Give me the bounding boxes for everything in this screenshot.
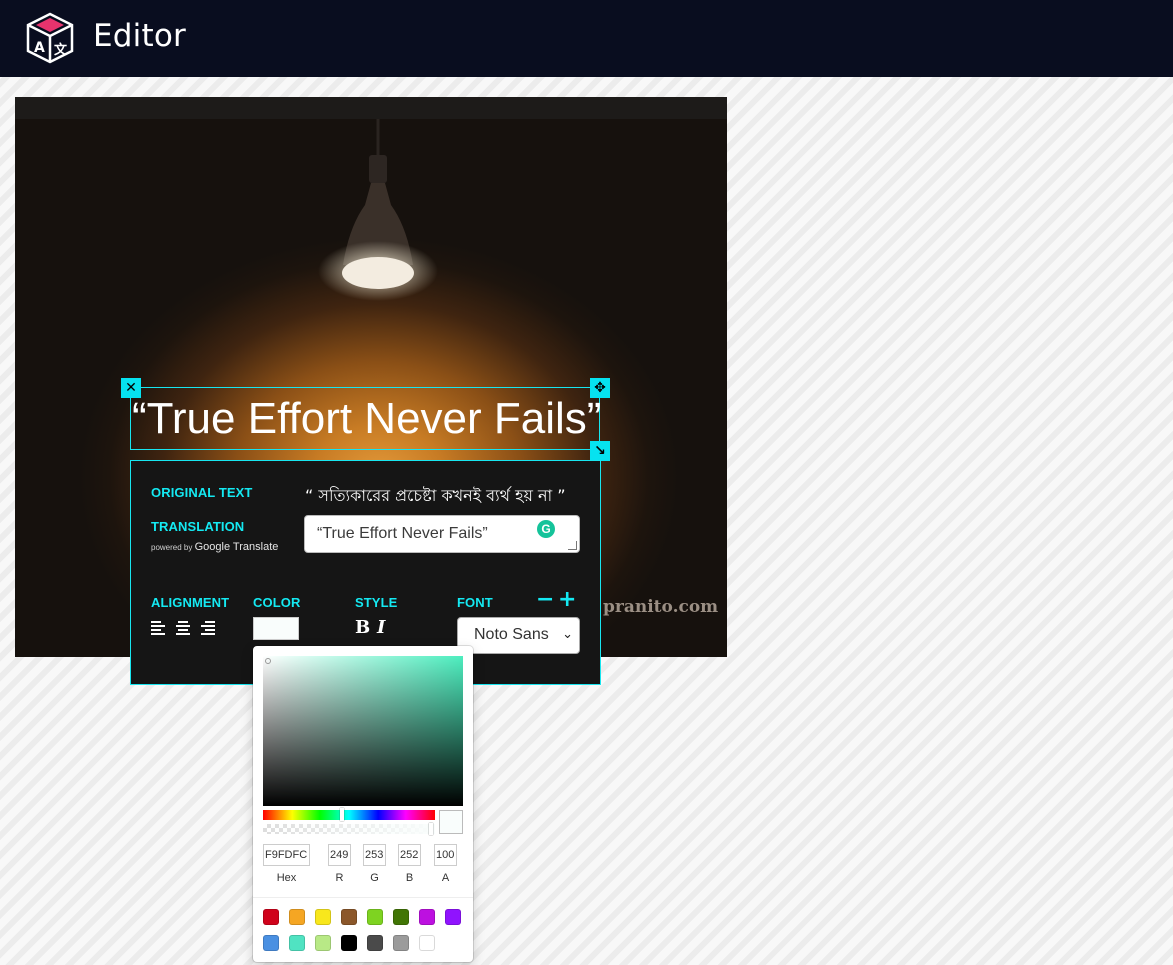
preset-swatch[interactable] [393, 909, 409, 925]
hue-slider[interactable] [263, 810, 435, 820]
svg-text:A: A [34, 40, 45, 56]
preset-swatch[interactable] [367, 935, 383, 951]
watermark-text: pranito.com [603, 597, 719, 617]
alpha-slider-thumb[interactable] [429, 823, 433, 835]
style-label: STYLE [355, 595, 398, 610]
green-input[interactable]: 253 [363, 844, 386, 866]
saturation-area[interactable] [263, 656, 463, 806]
preset-swatch[interactable] [445, 909, 461, 925]
preset-swatch[interactable] [367, 909, 383, 925]
red-label: R [335, 872, 344, 884]
font-label: FONT [457, 595, 493, 610]
color-swatch-button[interactable] [253, 617, 299, 640]
alignment-label: ALIGNMENT [151, 595, 230, 610]
red-input[interactable]: 249 [328, 844, 351, 866]
svg-text:文: 文 [54, 42, 68, 58]
grammarly-icon[interactable]: G [537, 520, 555, 538]
delete-text-icon[interactable]: ✕ [121, 378, 141, 398]
font-decrease-button[interactable]: − [536, 589, 554, 611]
move-icon[interactable]: ✥ [590, 378, 610, 398]
color-preview [439, 810, 463, 834]
preset-swatch[interactable] [341, 909, 357, 925]
align-right-icon[interactable] [199, 620, 215, 636]
picker-divider [253, 897, 473, 898]
color-picker-popover: F9FDFC 249 253 252 100 Hex R G B A [253, 646, 473, 962]
powered-by-google: powered by Google Translate [151, 541, 278, 553]
preset-swatch[interactable] [419, 909, 435, 925]
bold-button[interactable]: B [355, 617, 370, 638]
preset-swatch[interactable] [341, 935, 357, 951]
original-text: “ সত্যিকারের প্রচেষ্টা কখনই ব্যর্থ হয় ন… [305, 486, 566, 505]
translation-value: “True Effort Never Fails” [317, 525, 488, 542]
original-text-label: ORIGINAL TEXT [151, 485, 253, 500]
preset-swatch[interactable] [263, 935, 279, 951]
overlay-text[interactable]: “True Effort Never Fails” [132, 394, 602, 444]
preset-swatch[interactable] [289, 909, 305, 925]
translation-label: TRANSLATION [151, 519, 245, 534]
blue-input[interactable]: 252 [398, 844, 421, 866]
hex-input[interactable]: F9FDFC [263, 844, 310, 866]
app-logo-icon[interactable]: A 文 [24, 12, 76, 64]
google-translate-brand: Google Translate [194, 541, 279, 553]
hue-slider-thumb[interactable] [340, 808, 344, 821]
font-increase-button[interactable]: + [558, 589, 576, 611]
saturation-cursor[interactable] [265, 658, 271, 664]
preset-swatch[interactable] [393, 935, 409, 951]
translation-input[interactable]: “True Effort Never Fails” G [304, 515, 580, 553]
align-left-icon[interactable] [151, 620, 167, 636]
color-label: COLOR [253, 595, 301, 610]
font-select-value: Noto Sans [474, 626, 549, 643]
preset-swatch[interactable] [315, 909, 331, 925]
chevron-down-icon: ⌄ [562, 626, 573, 641]
align-center-icon[interactable] [175, 620, 191, 636]
light-bulb-image [318, 119, 438, 301]
preset-swatch[interactable] [263, 909, 279, 925]
italic-button[interactable]: I [377, 617, 385, 638]
hex-label: Hex [276, 872, 297, 884]
preset-swatch[interactable] [315, 935, 331, 951]
app-title: Editor [93, 18, 186, 54]
blue-label: B [405, 872, 414, 884]
preset-swatch[interactable] [419, 935, 435, 951]
alpha-slider[interactable] [263, 824, 435, 834]
preset-swatch[interactable] [289, 935, 305, 951]
alpha-input[interactable]: 100 [434, 844, 457, 866]
alpha-label: A [441, 872, 450, 884]
resize-icon[interactable]: ↘ [590, 441, 610, 461]
green-label: G [370, 872, 379, 884]
top-bar: A 文 Editor [0, 0, 1173, 77]
powered-by-text: powered by [151, 543, 193, 552]
font-select[interactable]: Noto Sans ⌄ [457, 617, 580, 654]
textarea-resize-grip[interactable] [568, 541, 577, 550]
